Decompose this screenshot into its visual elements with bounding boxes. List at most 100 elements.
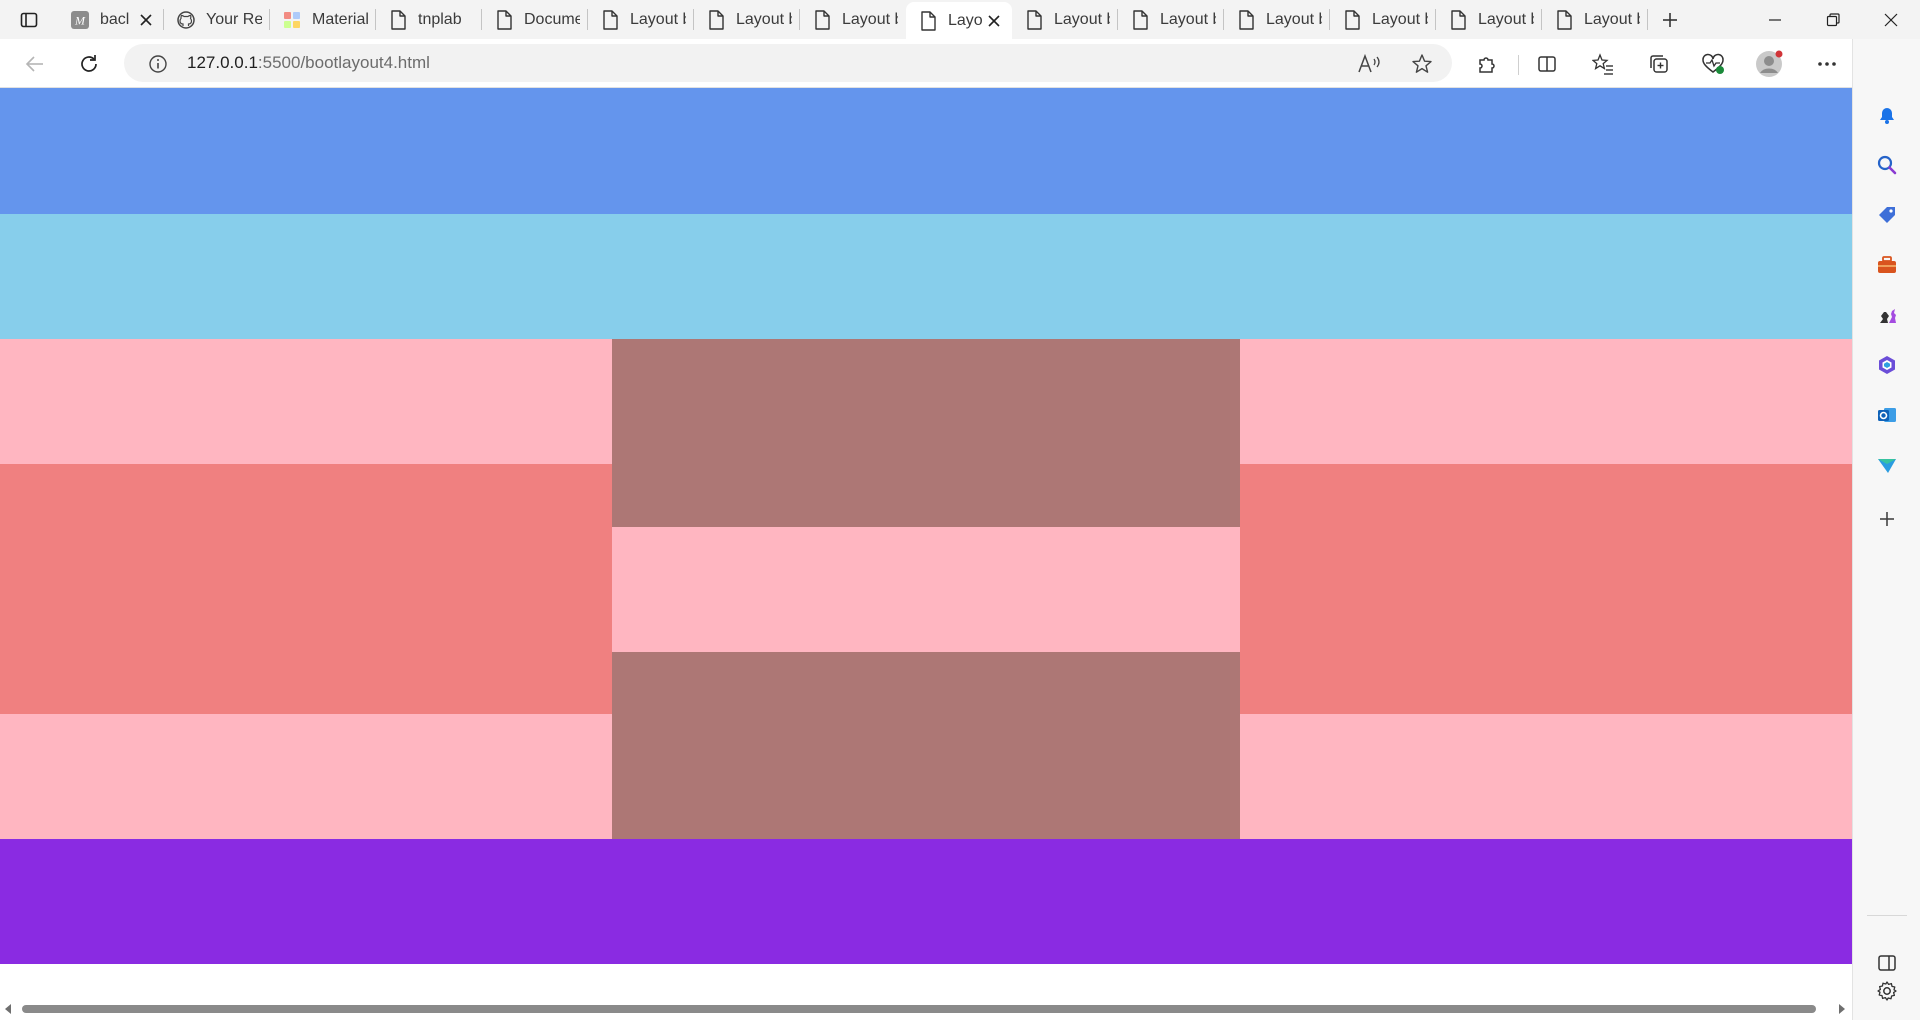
add-icon	[1880, 512, 1894, 526]
outlook-icon	[1878, 408, 1896, 422]
settings-more-button[interactable]	[1808, 45, 1846, 83]
star-icon	[1412, 54, 1432, 73]
browser-essentials-button[interactable]	[1694, 45, 1732, 83]
page-icon	[918, 10, 938, 31]
footer-row	[0, 839, 1852, 964]
browser-tab[interactable]: Material	[270, 0, 376, 39]
tab-title: Layout b	[1372, 10, 1428, 28]
browser-tab[interactable]: Layout b	[1436, 0, 1542, 39]
tab-actions-icon	[20, 12, 38, 27]
tab-title: Layout b	[630, 10, 686, 28]
site-info-icon[interactable]	[144, 50, 172, 78]
left-middle-box	[0, 464, 612, 714]
browser-tab[interactable]: Layout b	[1224, 0, 1330, 39]
page-icon	[1130, 9, 1150, 30]
browser-tab[interactable]: Layout b	[1012, 0, 1118, 39]
toolbox-icon	[1878, 256, 1896, 273]
outlook-button[interactable]	[1867, 395, 1907, 435]
page-icon	[1554, 9, 1574, 30]
split-panel-icon	[1878, 955, 1896, 971]
browser-tab[interactable]: tnplab	[376, 0, 482, 39]
url-text[interactable]: 127.0.0.1:5500/bootlayout4.html	[187, 53, 430, 73]
plus-icon	[1663, 12, 1677, 27]
read-aloud-button[interactable]	[1355, 50, 1383, 78]
left-top-box	[0, 339, 612, 464]
chess-icon	[1880, 309, 1896, 323]
puzzle-icon	[1479, 57, 1495, 73]
restore-icon	[1826, 12, 1840, 26]
page-content	[0, 88, 1852, 1020]
games-button[interactable]	[1867, 295, 1907, 335]
avatar-icon	[1756, 50, 1783, 77]
scroll-right-arrow-icon[interactable]	[1839, 1004, 1845, 1014]
page-icon	[600, 9, 620, 30]
minimize-button[interactable]	[1746, 0, 1804, 39]
tab-title: Documer	[524, 10, 580, 28]
office-button[interactable]	[1867, 345, 1907, 385]
close-icon	[1884, 13, 1898, 26]
right-bottom-box	[1240, 714, 1852, 839]
tab-actions-button[interactable]	[0, 0, 58, 39]
browser-tab[interactable]: Layo	[906, 2, 1012, 39]
tag-icon	[1879, 207, 1895, 223]
tab-title: bacl	[100, 10, 130, 28]
drop-button[interactable]	[1867, 445, 1907, 485]
tab-strip: Mbacl Your Rep Material tnplab Documer Layout…	[0, 0, 1920, 39]
right-middle-box	[1240, 464, 1852, 714]
notifications-button[interactable]	[1867, 95, 1907, 135]
tab-title: Layo	[948, 11, 983, 29]
tab-close-icon[interactable]	[984, 11, 1004, 31]
restore-button[interactable]	[1804, 0, 1862, 39]
page-icon	[1236, 9, 1256, 30]
search-icon	[1877, 155, 1897, 175]
material-icon	[282, 10, 302, 30]
back-arrow-icon	[25, 56, 43, 72]
bell-icon	[1880, 108, 1894, 124]
favorite-button[interactable]	[1408, 50, 1436, 78]
new-tab-button[interactable]	[1648, 0, 1692, 39]
horizontal-scrollbar[interactable]	[0, 999, 1852, 1020]
refresh-icon	[81, 55, 97, 72]
tab-title: Material	[312, 10, 368, 28]
right-top-box	[1240, 339, 1852, 464]
search-button[interactable]	[1867, 145, 1907, 185]
shopping-button[interactable]	[1867, 195, 1907, 235]
github-icon	[176, 10, 196, 30]
browser-toolbar: 127.0.0.1:5500/bootlayout4.html	[0, 39, 1920, 88]
close-window-button[interactable]	[1862, 0, 1920, 39]
browser-tab[interactable]: Your Rep	[164, 0, 270, 39]
sidebar-settings-button[interactable]	[1867, 971, 1907, 1011]
edge-sidebar	[1852, 39, 1920, 1020]
browser-tab[interactable]: Layout b	[1330, 0, 1436, 39]
collections-button[interactable]	[1640, 45, 1678, 83]
scrollbar-thumb[interactable]	[22, 1005, 1816, 1013]
browser-tab[interactable]: Layout b	[1118, 0, 1224, 39]
browser-tab[interactable]: Documer	[482, 0, 588, 39]
split-screen-button[interactable]	[1528, 45, 1566, 83]
svg-text:M: M	[74, 13, 86, 27]
extensions-button[interactable]	[1468, 45, 1506, 83]
profile-button[interactable]	[1750, 45, 1788, 83]
center-middle-box	[612, 527, 1240, 652]
tab-title: Layout b	[1266, 10, 1322, 28]
favorites-icon	[1592, 53, 1613, 75]
browser-tab[interactable]: Layout b	[588, 0, 694, 39]
add-sidebar-app-button[interactable]	[1867, 499, 1907, 539]
back-button[interactable]	[16, 45, 54, 83]
collections-icon	[1650, 55, 1668, 73]
page-icon	[812, 9, 832, 30]
page-icon	[706, 9, 726, 30]
browser-tab[interactable]: Layout b	[1542, 0, 1648, 39]
browser-tab[interactable]: Layout b	[800, 0, 906, 39]
page-icon	[1342, 9, 1362, 30]
tools-button[interactable]	[1867, 245, 1907, 285]
refresh-button[interactable]	[70, 45, 108, 83]
send-icon	[1878, 459, 1896, 473]
browser-tab[interactable]: Layout b	[694, 0, 800, 39]
browser-tab[interactable]: Mbacl	[58, 0, 164, 39]
scroll-left-arrow-icon[interactable]	[5, 1004, 11, 1014]
address-bar[interactable]: 127.0.0.1:5500/bootlayout4.html	[124, 44, 1452, 82]
tab-close-icon[interactable]	[136, 10, 156, 30]
heart-pulse-icon	[1702, 53, 1724, 74]
favorites-button[interactable]	[1584, 45, 1622, 83]
